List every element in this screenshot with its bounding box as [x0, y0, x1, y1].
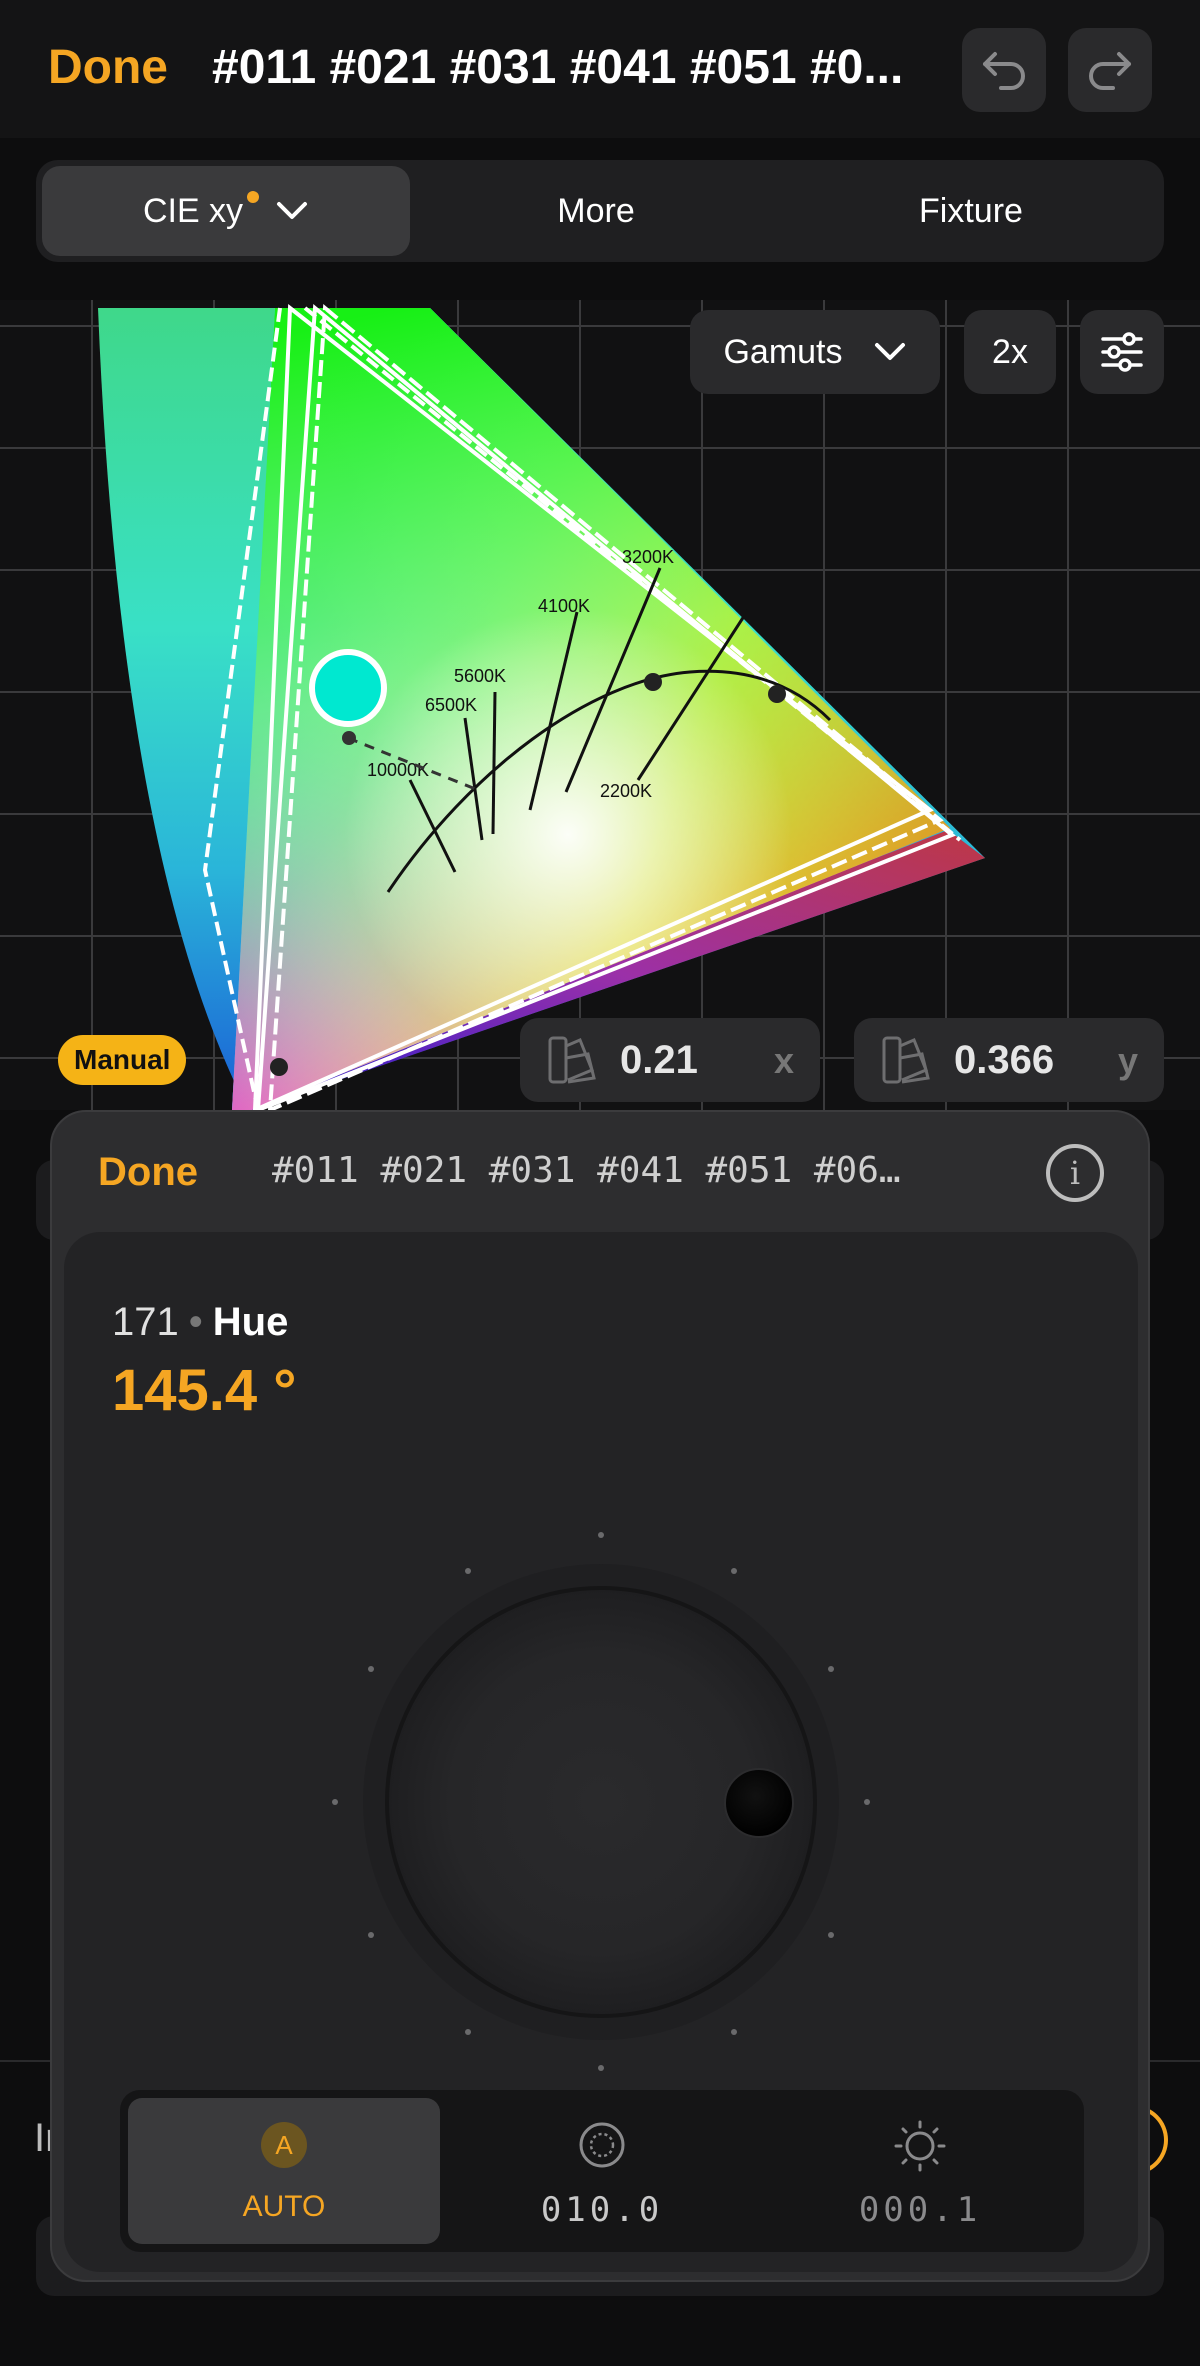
cct-label-3200k: 3200K — [622, 547, 674, 567]
auto-mode-icon: A — [261, 2122, 307, 2168]
y-value: 0.366 — [954, 1038, 1055, 1082]
mode-ultra-button[interactable]: 000.1 — [764, 2098, 1076, 2244]
cct-label-2200k: 2200K — [600, 781, 652, 801]
fine-mode-icon — [579, 2122, 625, 2168]
cie-chart[interactable]: 3200K 4100K 5600K 6500K 10000K 2200K — [0, 300, 1200, 1110]
origin-marker — [270, 1058, 288, 1076]
mode-auto-button[interactable]: A AUTO — [128, 2098, 440, 2244]
cct-label-6500k: 6500K — [425, 695, 477, 715]
x-value: 0.21 — [620, 1038, 698, 1082]
top-bar: Done #011 #021 #031 #041 #051 #0... — [0, 0, 1200, 138]
undo-icon — [983, 52, 1025, 90]
chart-settings-button[interactable] — [1080, 310, 1164, 394]
mode-badge: Manual — [58, 1035, 187, 1085]
sliders-icon — [1101, 332, 1143, 372]
y-coordinate-field[interactable]: 0.366 y — [854, 1018, 1164, 1102]
info-icon: i — [1069, 1154, 1081, 1192]
x-coordinate-field[interactable]: 0.21 x — [520, 1018, 820, 1102]
parameter-number: 171 — [112, 1300, 179, 1344]
tab-more[interactable]: More — [416, 166, 776, 256]
gamuts-dropdown[interactable]: Gamuts — [690, 310, 940, 394]
undo-button[interactable] — [962, 28, 1046, 112]
zoom-button[interactable]: 2x — [964, 310, 1056, 394]
cct-label-5600k: 5600K — [454, 666, 506, 686]
mode-fine-button[interactable]: 010.0 — [446, 2098, 758, 2244]
mode-fine-value: 010.0 — [540, 2190, 664, 2230]
parameter-separator: • — [188, 1300, 203, 1344]
sheet-done-button[interactable]: Done — [98, 1150, 198, 1195]
svg-text:A: A — [275, 2130, 293, 2160]
cct-label-10000k: 10000K — [367, 760, 429, 780]
done-button[interactable]: Done — [48, 40, 168, 95]
hue-dial[interactable] — [64, 1462, 1138, 2082]
locus-marker — [644, 673, 662, 691]
x-axis-label: x — [773, 1040, 794, 1081]
modified-dot — [247, 191, 260, 203]
selection-anchor — [342, 731, 356, 745]
gamuts-label: Gamuts — [723, 332, 843, 371]
tab-cie-xy[interactable]: CIE xy — [42, 166, 410, 256]
redo-icon — [1089, 52, 1131, 90]
y-axis-label: y — [1117, 1040, 1138, 1081]
swatch-icon — [548, 1036, 596, 1084]
hue-card: 171 • Hue 145.4 ° A AUTO 010.0 000.1 — [64, 1232, 1138, 2272]
parameter-name: Hue — [212, 1300, 289, 1344]
parameter-heading: 171 • Hue — [112, 1300, 288, 1345]
parameter-value: 145.4 ° — [112, 1358, 297, 1423]
tab-fixture[interactable]: Fixture — [784, 166, 1158, 256]
dial-knob[interactable] — [724, 1768, 794, 1838]
sun-icon — [894, 2120, 946, 2172]
channel-list-title: #011 #021 #031 #041 #051 #0... — [212, 41, 904, 94]
tab-bar: CIE xy More Fixture — [36, 160, 1164, 262]
cct-label-4100k: 4100K — [538, 596, 590, 616]
mode-auto-label: AUTO — [242, 2190, 326, 2223]
cie-diagram[interactable]: 3200K 4100K 5600K 6500K 10000K 2200K — [0, 300, 1200, 1110]
swatch-icon — [882, 1036, 930, 1084]
redo-button[interactable] — [1068, 28, 1152, 112]
encoder-mode-bar: A AUTO 010.0 000.1 — [120, 2090, 1084, 2252]
parameter-sheet: Done #011 #021 #031 #041 #051 #06… i 171… — [50, 1110, 1150, 2282]
mode-ultra-value: 000.1 — [858, 2190, 982, 2230]
chevron-down-icon — [874, 343, 905, 360]
chevron-down-icon — [277, 202, 308, 219]
sheet-channel-list: #011 #021 #031 #041 #051 #06… — [272, 1150, 901, 1191]
locus-marker — [768, 685, 786, 703]
color-selector-handle[interactable] — [309, 649, 387, 727]
tab-label: CIE xy — [142, 191, 244, 230]
info-button[interactable]: i — [1046, 1144, 1104, 1202]
